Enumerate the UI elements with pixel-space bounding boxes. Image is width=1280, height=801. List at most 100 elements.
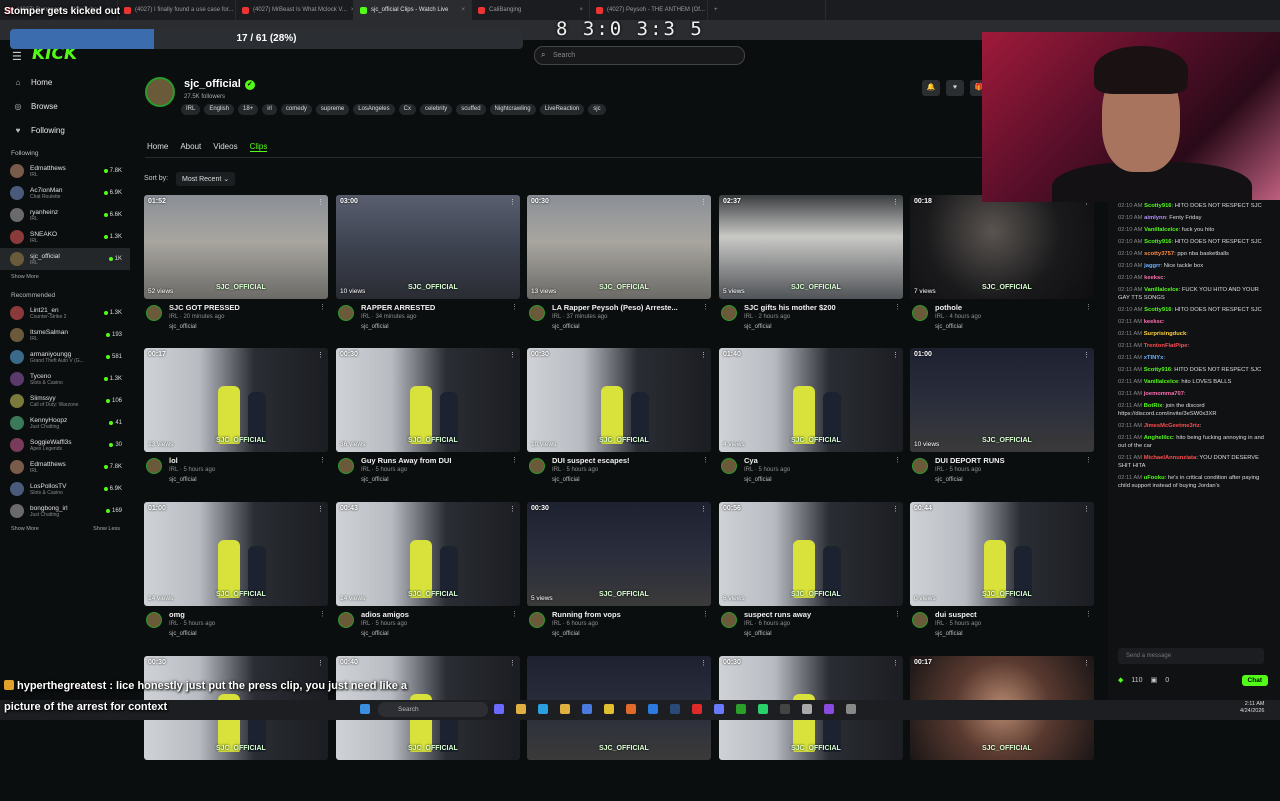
clip-author[interactable]: sjc_official — [552, 631, 580, 637]
channel-tag[interactable]: IRL — [181, 104, 201, 115]
clip-thumbnail[interactable]: 00:43 ⋮ 14 views SJC_OFFICIAL — [336, 502, 520, 606]
tab-clips[interactable]: Clips — [249, 142, 268, 152]
clip-options-icon[interactable]: ⋮ — [317, 351, 324, 359]
browser-tab[interactable]: (4027) Peysoh - THE ANTHEM (Of...× — [590, 0, 708, 20]
clip-channel-avatar[interactable] — [721, 612, 737, 628]
chat-username[interactable]: Vanillalcelce — [1144, 379, 1178, 385]
clip-channel-avatar[interactable] — [721, 458, 737, 474]
clip-more-icon[interactable]: ⋮ — [894, 303, 901, 311]
clip-card[interactable]: 01:00 ⋮ 14 views SJC_OFFICIAL omg IRL · 5 hou… — [144, 502, 328, 647]
tab-videos[interactable]: Videos — [213, 142, 237, 152]
clip-more-icon[interactable]: ⋮ — [702, 456, 709, 464]
channel-tag[interactable]: LosAngeles — [353, 104, 395, 115]
clip-channel-avatar[interactable] — [912, 305, 928, 321]
chat-username[interactable]: xTINYx — [1144, 355, 1164, 361]
channel-tag[interactable]: 18+ — [238, 104, 259, 115]
clip-thumbnail[interactable]: 00:30 ⋮ 13 views SJC_OFFICIAL — [527, 195, 711, 299]
clip-card[interactable]: 00:17 ⋮ 13 views SJC_OFFICIAL lol IRL · 5 hou… — [144, 348, 328, 493]
terminal-icon[interactable] — [780, 704, 790, 714]
clip-author[interactable]: sjc_official — [935, 631, 963, 637]
clip-more-icon[interactable]: ⋮ — [1085, 303, 1092, 311]
notification-bell-icon[interactable]: 🔔 — [922, 80, 940, 96]
channel-tag[interactable]: LiveReaction — [539, 104, 585, 115]
clip-thumbnail[interactable]: 01:40 ⋮ 4 views SJC_OFFICIAL — [719, 348, 903, 452]
channel-tag[interactable]: English — [204, 104, 235, 115]
clip-author[interactable]: sjc_official — [552, 324, 580, 330]
clip-options-icon[interactable]: ⋮ — [892, 659, 899, 667]
clip-more-icon[interactable]: ⋮ — [1085, 610, 1092, 618]
tab-about[interactable]: About — [180, 142, 201, 152]
folder-icon[interactable] — [560, 704, 570, 714]
clip-thumbnail[interactable]: 00:30 ⋮ 5 views SJC_OFFICIAL — [527, 502, 711, 606]
edge-icon[interactable] — [538, 704, 548, 714]
clip-title[interactable]: adios amigos — [361, 610, 511, 619]
tab-home[interactable]: Home — [147, 142, 168, 152]
show-less-button[interactable]: Show Less — [93, 522, 120, 536]
clip-title[interactable]: SJC GOT PRESSED — [169, 303, 319, 312]
chat-username[interactable]: uFooku — [1144, 475, 1165, 481]
sidebar-channel[interactable]: SNEAKO IRL 1.3K — [0, 226, 130, 248]
clip-title[interactable]: suspect runs away — [744, 610, 894, 619]
clip-options-icon[interactable]: ⋮ — [1083, 659, 1090, 667]
clip-options-icon[interactable]: ⋮ — [892, 351, 899, 359]
clip-channel-avatar[interactable] — [146, 458, 162, 474]
channel-tag[interactable]: irl — [262, 104, 277, 115]
clip-channel-avatar[interactable] — [338, 458, 354, 474]
chat-username[interactable]: scotty3757 — [1144, 251, 1174, 257]
clip-thumbnail[interactable]: 00:30 ⋮ 10 views SJC_OFFICIAL — [527, 348, 711, 452]
clip-title[interactable]: DUI DEPORT RUNS — [935, 456, 1085, 465]
sidebar-channel[interactable]: Lint21_en Counter-Strike 2 1.3K — [0, 302, 130, 324]
clip-options-icon[interactable]: ⋮ — [317, 505, 324, 513]
clip-options-icon[interactable]: ⋮ — [317, 198, 324, 206]
channel-tag[interactable]: scuffed — [456, 104, 486, 115]
menu-icon[interactable]: ☰ — [12, 50, 22, 63]
chat-username[interactable]: Scotty916 — [1144, 203, 1171, 209]
discord-icon[interactable] — [714, 704, 724, 714]
spotify-icon[interactable] — [758, 704, 768, 714]
clip-more-icon[interactable]: ⋮ — [511, 456, 518, 464]
clip-more-icon[interactable]: ⋮ — [1085, 456, 1092, 464]
channel-avatar[interactable] — [145, 77, 175, 107]
steam-icon[interactable] — [670, 704, 680, 714]
clip-title[interactable]: Cya — [744, 456, 894, 465]
clip-options-icon[interactable]: ⋮ — [700, 659, 707, 667]
clip-card[interactable]: 00:30 ⋮ SJC_OFFICIAL — [719, 656, 903, 801]
sidebar-nav-following[interactable]: ♥ Following — [0, 118, 130, 142]
chat-username[interactable]: TrentonFlatPipe — [1144, 343, 1188, 349]
clip-more-icon[interactable]: ⋮ — [894, 610, 901, 618]
clip-author[interactable]: sjc_official — [744, 477, 772, 483]
sidebar-channel[interactable]: LosPollosTV Slots & Casino 6.9K — [0, 478, 130, 500]
clip-thumbnail[interactable]: 00:30 ⋮ 36 views SJC_OFFICIAL — [336, 348, 520, 452]
clip-more-icon[interactable]: ⋮ — [511, 610, 518, 618]
clip-options-icon[interactable]: ⋮ — [700, 198, 707, 206]
browser-tab[interactable]: sjc_official Clips - Watch Live × — [354, 0, 472, 20]
clip-channel-avatar[interactable] — [146, 305, 162, 321]
browser-tab[interactable]: (4027) MrBeast Is What Mclock V... × — [236, 0, 354, 20]
clip-author[interactable]: sjc_official — [361, 631, 389, 637]
clip-channel-avatar[interactable] — [338, 305, 354, 321]
browser-tab[interactable]: CaliBanging × — [472, 0, 590, 20]
sidebar-channel[interactable]: Edmatthews IRL 7.8K — [0, 160, 130, 182]
sidebar-channel[interactable]: KennyHoopz Just Chatting 41 — [0, 412, 130, 434]
youtube-icon[interactable] — [692, 704, 702, 714]
clip-card[interactable]: 00:43 ⋮ 14 views SJC_OFFICIAL adios amigos IR… — [336, 502, 520, 647]
clip-author[interactable]: sjc_official — [361, 324, 389, 330]
sidebar-channel[interactable]: ItsmeSalman IRL 193 — [0, 324, 130, 346]
xbox-icon[interactable] — [736, 704, 746, 714]
sidebar-channel[interactable]: ryanheinz IRL 6.6K — [0, 204, 130, 226]
channel-tag[interactable]: comedy — [280, 104, 312, 115]
chat-username[interactable]: Scotty916 — [1144, 239, 1171, 245]
clip-channel-avatar[interactable] — [146, 612, 162, 628]
close-icon[interactable]: × — [579, 7, 583, 13]
clip-channel-avatar[interactable] — [529, 305, 545, 321]
clip-more-icon[interactable]: ⋮ — [319, 303, 326, 311]
chat-username[interactable]: MichaelAnnunziata — [1144, 455, 1197, 461]
sidebar-channel[interactable]: sjc_official IRL 1K — [0, 248, 130, 270]
clip-options-icon[interactable]: ⋮ — [509, 351, 516, 359]
clip-card[interactable]: ⋮ SJC_OFFICIAL — [527, 656, 711, 801]
clip-card[interactable]: 00:30 ⋮ 10 views SJC_OFFICIAL DUI suspect es… — [527, 348, 711, 493]
show-more-button[interactable]: Show More — [0, 270, 130, 284]
obs-icon[interactable] — [802, 704, 812, 714]
clip-card[interactable]: 03:00 ⋮ 10 views SJC_OFFICIAL RAPPER ARRESTE… — [336, 195, 520, 340]
clip-card[interactable]: 00:30 ⋮ 36 views SJC_OFFICIAL Guy Runs Away … — [336, 348, 520, 493]
